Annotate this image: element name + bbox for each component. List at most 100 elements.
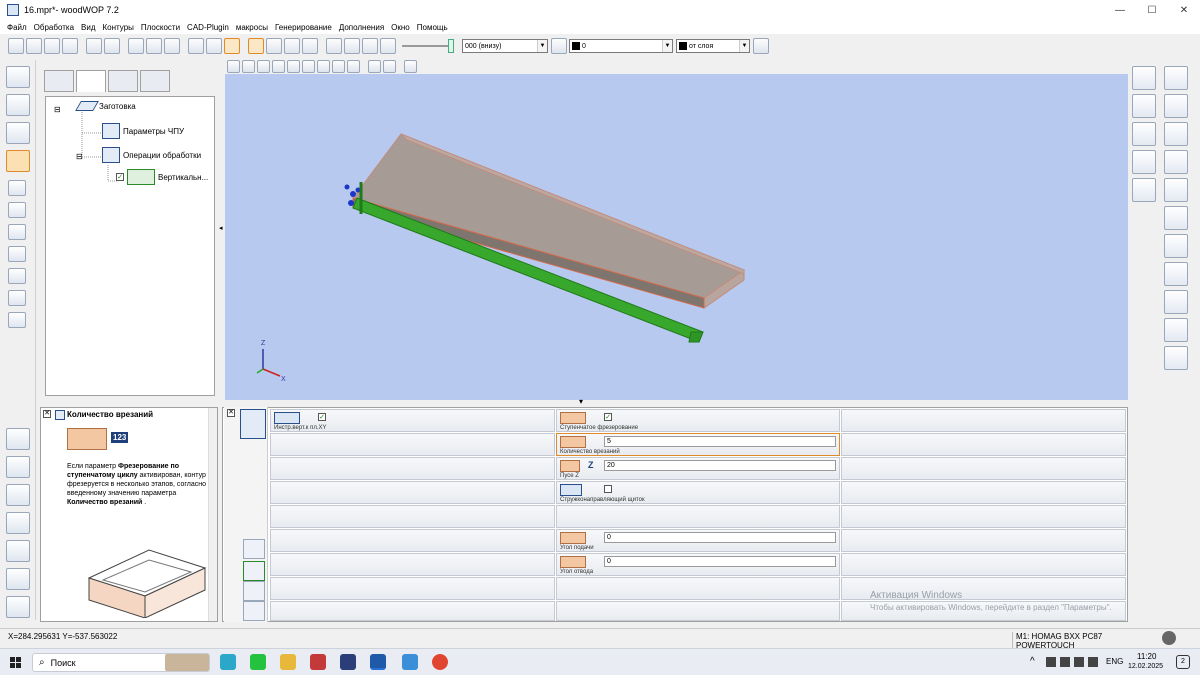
circle-icon[interactable]	[1164, 122, 1188, 146]
view-zoom-all-icon[interactable]	[347, 59, 360, 73]
milling-tool-icon[interactable]	[8, 180, 26, 196]
layer-stack-icon[interactable]	[551, 38, 567, 54]
view-iso-icon[interactable]	[317, 59, 330, 73]
menu-generate[interactable]: Генерирование	[275, 23, 332, 32]
sphere-view-icon[interactable]	[206, 38, 222, 54]
redo-icon[interactable]	[104, 38, 120, 54]
param-page-tool-icon[interactable]	[243, 601, 265, 621]
windows-start-icon[interactable]	[10, 657, 22, 669]
param-instr-vertical-xy[interactable]: ✓ Инстр.верт.к пл.XY	[270, 409, 555, 432]
tree-item-checkbox[interactable]: ✓	[116, 173, 124, 181]
tab-macros[interactable]	[44, 70, 74, 92]
tray-battery-icon[interactable]	[1074, 657, 1084, 667]
tab-variables[interactable]	[108, 70, 138, 92]
chrome-icon[interactable]	[432, 654, 448, 670]
workpiece-3d-view[interactable]: Z X	[225, 74, 1128, 400]
document-icon[interactable]	[6, 512, 30, 534]
chevron-down-icon[interactable]: ▼	[537, 40, 547, 52]
network-app-icon[interactable]	[402, 654, 418, 670]
plane-combo[interactable]: 000 (внизу) ▼	[462, 39, 548, 53]
app-grid-icon[interactable]	[310, 654, 326, 670]
menu-addons[interactable]: Дополнения	[339, 23, 384, 32]
ellipse-icon[interactable]	[1164, 150, 1188, 174]
close-button[interactable]: ✕	[1168, 0, 1200, 20]
tray-date[interactable]: 12.02.2025	[1128, 663, 1163, 670]
slider-knob[interactable]	[448, 39, 454, 53]
surface-icon[interactable]	[1164, 346, 1188, 370]
saw-blade-icon[interactable]	[6, 456, 30, 478]
param-chip-shield[interactable]: Стружконаправляющий щиток	[556, 481, 840, 504]
param-retract-angle[interactable]: 0 Угол отвода	[556, 553, 840, 576]
tool-change-icon[interactable]	[8, 268, 26, 284]
param-step-milling[interactable]: ✓ Ступенчатое фрезерование	[556, 409, 840, 432]
view-zoom-fit-icon[interactable]	[383, 59, 396, 73]
undo-icon[interactable]	[86, 38, 102, 54]
3d-contour-icon[interactable]	[1164, 262, 1188, 286]
vertical-milling-icon[interactable]	[6, 150, 30, 172]
param-page-technology-icon[interactable]	[243, 581, 265, 601]
save-icon[interactable]	[62, 38, 78, 54]
params-close-icon[interactable]: ✕	[227, 409, 235, 417]
empty-z-input[interactable]: 20	[604, 460, 836, 471]
menu-planes[interactable]: Плоскости	[141, 23, 180, 32]
pointer-select-icon[interactable]	[248, 38, 264, 54]
play-icon[interactable]	[362, 38, 378, 54]
feed-angle-input[interactable]: 0	[604, 532, 836, 543]
globe-view-icon[interactable]	[188, 38, 204, 54]
saw-icon[interactable]	[8, 202, 26, 218]
tab-tree[interactable]	[76, 70, 106, 92]
help-close-icon[interactable]: ✕	[43, 410, 51, 418]
param-feed-angle[interactable]: 0 Угол подачи	[556, 529, 840, 552]
new-file-icon[interactable]	[8, 38, 24, 54]
tree-item-operations[interactable]: Операции обработки	[102, 147, 201, 163]
color-combo[interactable]: 0 ▼	[569, 39, 673, 53]
step-milling-checkbox[interactable]: ✓	[604, 413, 612, 421]
tree-item-cnc-params[interactable]: Параметры ЧПУ	[102, 123, 184, 139]
view-back-icon[interactable]	[242, 59, 255, 73]
instr-vertical-checkbox[interactable]: ✓	[318, 413, 326, 421]
tray-language[interactable]: ENG	[1106, 657, 1123, 666]
open-folder-icon[interactable]	[26, 38, 42, 54]
edge-browser-icon[interactable]	[220, 654, 236, 670]
contour-tools-icon[interactable]	[1164, 290, 1188, 314]
minimize-button[interactable]: —	[1104, 0, 1136, 20]
contour-start-icon[interactable]	[1132, 66, 1156, 90]
rotate-icon[interactable]	[284, 38, 300, 54]
workpiece-icon[interactable]	[6, 66, 30, 88]
move-icon[interactable]	[266, 38, 282, 54]
tree-collapse-icon[interactable]: ⊟	[76, 152, 83, 161]
file-explorer-icon[interactable]	[280, 654, 296, 670]
view-splitter[interactable]: ▾	[225, 397, 1128, 406]
line-icon[interactable]	[1164, 66, 1188, 90]
menu-macros[interactable]: макросы	[236, 23, 268, 32]
maximize-button[interactable]: ☐	[1136, 0, 1168, 20]
paste-icon[interactable]	[128, 38, 144, 54]
view-zoom-window-icon[interactable]	[332, 59, 345, 73]
tray-network-icon[interactable]	[1060, 657, 1070, 667]
pocket-icon[interactable]	[8, 224, 26, 240]
view-grid-icon[interactable]	[404, 59, 417, 73]
profile-icon[interactable]	[1164, 318, 1188, 342]
view-left-icon[interactable]	[257, 59, 270, 73]
woodwop-taskbar-icon[interactable]	[370, 654, 386, 670]
cross-icon[interactable]	[6, 428, 30, 450]
simulation-slider[interactable]	[402, 39, 454, 53]
menu-window[interactable]: Окно	[391, 23, 410, 32]
tab-tools[interactable]	[140, 70, 170, 92]
param-plunge-count[interactable]: 5 Количество врезаний	[556, 433, 840, 456]
tree-item-workpiece[interactable]: Заготовка	[75, 101, 136, 111]
tray-chevron-icon[interactable]: ^	[1030, 656, 1035, 667]
chevron-down-icon[interactable]: ▼	[662, 40, 672, 52]
view-bottom-icon[interactable]	[302, 59, 315, 73]
panel-collapse-arrow[interactable]: ◂	[219, 224, 223, 232]
chevron-down-icon[interactable]: ▼	[739, 40, 749, 52]
spline-icon[interactable]	[1164, 178, 1188, 202]
layer-settings-icon[interactable]	[753, 38, 769, 54]
menu-help[interactable]: Помощь	[417, 23, 448, 32]
insert-icon[interactable]	[164, 38, 180, 54]
arrow-right-icon[interactable]	[380, 38, 396, 54]
param-page-general-icon[interactable]	[243, 539, 265, 559]
measure-icon[interactable]	[326, 38, 342, 54]
tree-collapse-icon[interactable]: ⊟	[54, 105, 61, 114]
contour-chamfer-icon[interactable]	[1132, 122, 1156, 146]
